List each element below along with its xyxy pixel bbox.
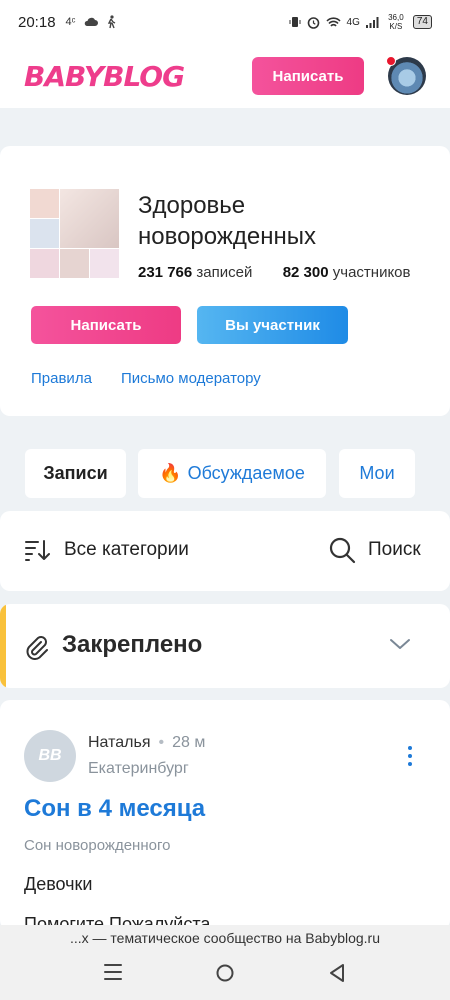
sort-icon xyxy=(25,540,50,561)
author-name[interactable]: Наталья xyxy=(88,734,150,751)
status-left-icons: 4ᶜ xyxy=(66,15,116,29)
community-stats: 231 766 записей 82 300 участников xyxy=(138,264,411,281)
wifi-icon xyxy=(325,16,341,27)
search-button[interactable]: Поиск xyxy=(328,536,421,564)
signal-icon xyxy=(365,16,379,28)
post-meta: Наталья • 28 м xyxy=(88,734,206,751)
post-title[interactable]: Сон в 4 месяца xyxy=(24,795,205,823)
site-banner: ...х — тематическое сообщество на Babybl… xyxy=(69,930,381,946)
community-title: Здоровье новорожденных xyxy=(138,192,317,250)
status-right-icons: 4G 36,0 K/S 74 xyxy=(289,13,432,31)
back-nav-icon[interactable] xyxy=(328,963,346,983)
more-options-icon[interactable] xyxy=(408,746,416,770)
header-write-button[interactable]: Написать xyxy=(252,57,364,95)
categories-filter[interactable]: Все категории xyxy=(24,538,189,562)
paperclip-icon xyxy=(26,636,48,660)
search-icon xyxy=(329,537,356,564)
battery-icon: 74 xyxy=(412,15,432,29)
posts-label: записей xyxy=(196,264,253,281)
categories-label: Все категории xyxy=(64,539,189,560)
tab-discussed[interactable]: 🔥 Обсуждаемое xyxy=(138,449,326,498)
pinned-section[interactable]: Закреплено xyxy=(0,604,450,688)
post-category[interactable]: Сон новорожденного xyxy=(24,837,170,854)
notification-dot xyxy=(386,56,396,66)
member-button[interactable]: Вы участник xyxy=(197,306,348,344)
members-count: 82 300 xyxy=(282,264,329,281)
status-time: 20:18 xyxy=(18,13,56,31)
post-card: BB Наталья • 28 м Екатеринбург Сон в 4 мес… xyxy=(0,700,450,930)
alarm-icon xyxy=(307,16,319,29)
tab-posts[interactable]: Записи xyxy=(25,449,126,498)
network-type: 4G xyxy=(346,16,360,28)
posts-count: 231 766 xyxy=(138,264,193,281)
cloud-icon xyxy=(84,17,98,26)
community-cover-image xyxy=(30,189,119,278)
user-avatar[interactable] xyxy=(386,56,426,95)
search-label: Поиск xyxy=(368,539,421,560)
moderator-letter-link[interactable]: Письмо модератору xyxy=(121,370,261,387)
author-city: Екатеринбург xyxy=(88,760,189,777)
fire-icon: 🔥 xyxy=(159,463,182,483)
rules-link[interactable]: Правила xyxy=(31,370,92,387)
members-label: участников xyxy=(332,264,411,281)
pinned-accent-bar xyxy=(0,604,6,688)
post-time: 28 м xyxy=(172,734,206,751)
home-nav-icon[interactable] xyxy=(215,963,235,983)
bottom-bar: ...х — тематическое сообщество на Babybl… xyxy=(0,925,450,1000)
vibrate-icon xyxy=(289,17,301,27)
menu-nav-icon[interactable] xyxy=(103,963,123,981)
tab-discussed-label: Обсуждаемое xyxy=(187,463,305,483)
network-speed: 36,0 K/S xyxy=(388,13,404,31)
pinned-label: Закреплено xyxy=(62,631,203,658)
status-bar: 20:18 4ᶜ 4G 36,0 K/S 74 xyxy=(0,0,450,44)
author-avatar[interactable]: BB xyxy=(24,730,76,782)
post-text-line: Девочки xyxy=(24,874,93,894)
tab-mine[interactable]: Мои xyxy=(339,449,415,498)
community-card: Здоровье новорожденных 231 766 записей 8… xyxy=(0,146,450,416)
community-write-button[interactable]: Написать xyxy=(31,306,181,344)
app-header: BABYBLOG Написать xyxy=(0,44,450,108)
babyblog-logo[interactable]: BABYBLOG xyxy=(24,60,185,93)
temperature-icon: 4ᶜ xyxy=(65,16,76,28)
walking-icon xyxy=(107,15,115,29)
filter-bar: Все категории Поиск xyxy=(0,511,450,591)
chevron-down-icon[interactable] xyxy=(389,637,411,651)
